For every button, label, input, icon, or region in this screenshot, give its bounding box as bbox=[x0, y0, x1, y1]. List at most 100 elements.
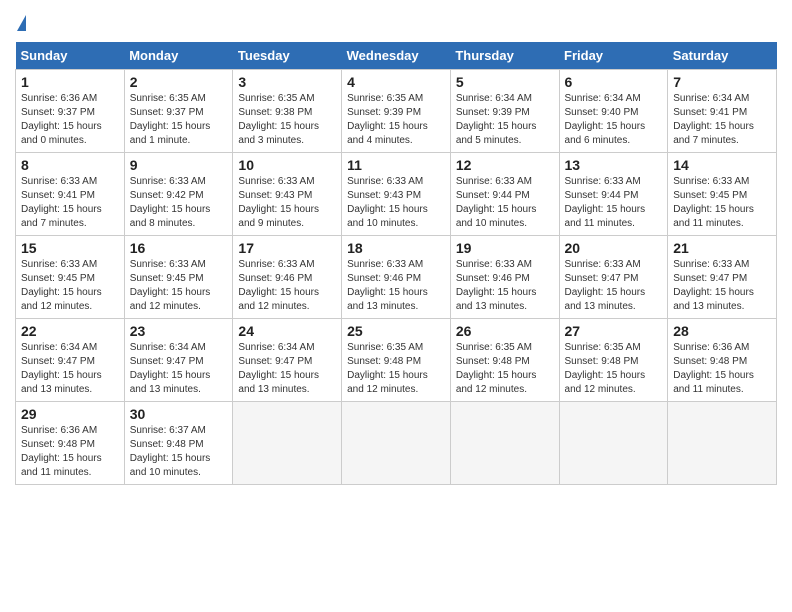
col-header-friday: Friday bbox=[559, 42, 668, 70]
calendar-cell: 28 Sunrise: 6:36 AM Sunset: 9:48 PM Dayli… bbox=[668, 319, 777, 402]
day-detail: Sunrise: 6:33 AM Sunset: 9:41 PM Dayligh… bbox=[21, 175, 119, 231]
calendar-week-3: 15Sunrise: 6:33 AM Sunset: 9:45 PM Dayli… bbox=[16, 236, 777, 319]
day-number: 4 bbox=[347, 74, 445, 90]
day-detail: Sunrise: 6:36 AM Sunset: 9:48 PM Dayligh… bbox=[673, 341, 771, 397]
day-number: 5 bbox=[456, 74, 554, 90]
day-detail: Sunrise: 6:36 AM Sunset: 9:37 PM Dayligh… bbox=[21, 92, 119, 148]
calendar-cell: 3 Sunrise: 6:35 AM Sunset: 9:38 PM Daylig… bbox=[233, 70, 342, 153]
calendar-cell: 10Sunrise: 6:33 AM Sunset: 9:43 PM Dayli… bbox=[233, 153, 342, 236]
day-number: 3 bbox=[238, 74, 336, 90]
day-detail: Sunrise: 6:35 AM Sunset: 9:48 PM Dayligh… bbox=[456, 341, 554, 397]
logo bbox=[15, 15, 26, 32]
calendar-cell bbox=[450, 402, 559, 485]
day-detail: Sunrise: 6:35 AM Sunset: 9:37 PM Dayligh… bbox=[130, 92, 228, 148]
day-detail: Sunrise: 6:33 AM Sunset: 9:45 PM Dayligh… bbox=[130, 258, 228, 314]
day-number: 8 bbox=[21, 157, 119, 173]
calendar-table: SundayMondayTuesdayWednesdayThursdayFrid… bbox=[15, 42, 777, 485]
day-number: 13 bbox=[565, 157, 663, 173]
calendar-cell: 21 Sunrise: 6:33 AM Sunset: 9:47 PM Dayli… bbox=[668, 236, 777, 319]
day-number: 14 bbox=[673, 157, 771, 173]
day-detail: Sunrise: 6:35 AM Sunset: 9:39 PM Dayligh… bbox=[347, 92, 445, 148]
day-detail: Sunrise: 6:33 AM Sunset: 9:44 PM Dayligh… bbox=[565, 175, 663, 231]
day-number: 17 bbox=[238, 240, 336, 256]
day-number: 1 bbox=[21, 74, 119, 90]
page-header bbox=[15, 15, 777, 32]
calendar-cell: 2 Sunrise: 6:35 AM Sunset: 9:37 PM Daylig… bbox=[124, 70, 233, 153]
day-detail: Sunrise: 6:33 AM Sunset: 9:46 PM Dayligh… bbox=[456, 258, 554, 314]
calendar-cell: 16 Sunrise: 6:33 AM Sunset: 9:45 PM Dayli… bbox=[124, 236, 233, 319]
calendar-cell: 5 Sunrise: 6:34 AM Sunset: 9:39 PM Daylig… bbox=[450, 70, 559, 153]
day-detail: Sunrise: 6:36 AM Sunset: 9:48 PM Dayligh… bbox=[21, 424, 119, 480]
day-number: 26 bbox=[456, 323, 554, 339]
calendar-cell: 7 Sunrise: 6:34 AM Sunset: 9:41 PM Daylig… bbox=[668, 70, 777, 153]
calendar-cell bbox=[233, 402, 342, 485]
day-detail: Sunrise: 6:33 AM Sunset: 9:47 PM Dayligh… bbox=[673, 258, 771, 314]
calendar-cell: 4 Sunrise: 6:35 AM Sunset: 9:39 PM Daylig… bbox=[342, 70, 451, 153]
col-header-sunday: Sunday bbox=[16, 42, 125, 70]
calendar-week-2: 8 Sunrise: 6:33 AM Sunset: 9:41 PM Daylig… bbox=[16, 153, 777, 236]
day-number: 16 bbox=[130, 240, 228, 256]
day-detail: Sunrise: 6:33 AM Sunset: 9:43 PM Dayligh… bbox=[238, 175, 336, 231]
day-number: 27 bbox=[565, 323, 663, 339]
calendar-cell: 12 Sunrise: 6:33 AM Sunset: 9:44 PM Dayli… bbox=[450, 153, 559, 236]
logo-shape-icon bbox=[17, 15, 26, 31]
day-number: 22 bbox=[21, 323, 119, 339]
day-detail: Sunrise: 6:33 AM Sunset: 9:47 PM Dayligh… bbox=[565, 258, 663, 314]
calendar-cell bbox=[342, 402, 451, 485]
calendar-cell: 30Sunrise: 6:37 AM Sunset: 9:48 PM Dayli… bbox=[124, 402, 233, 485]
day-detail: Sunrise: 6:35 AM Sunset: 9:48 PM Dayligh… bbox=[347, 341, 445, 397]
day-number: 18 bbox=[347, 240, 445, 256]
calendar-cell: 24 Sunrise: 6:34 AM Sunset: 9:47 PM Dayli… bbox=[233, 319, 342, 402]
day-detail: Sunrise: 6:34 AM Sunset: 9:47 PM Dayligh… bbox=[21, 341, 119, 397]
day-detail: Sunrise: 6:33 AM Sunset: 9:44 PM Dayligh… bbox=[456, 175, 554, 231]
calendar-header-row: SundayMondayTuesdayWednesdayThursdayFrid… bbox=[16, 42, 777, 70]
calendar-cell: 18 Sunrise: 6:33 AM Sunset: 9:46 PM Dayli… bbox=[342, 236, 451, 319]
day-detail: Sunrise: 6:33 AM Sunset: 9:45 PM Dayligh… bbox=[673, 175, 771, 231]
calendar-week-1: 1 Sunrise: 6:36 AM Sunset: 9:37 PM Daylig… bbox=[16, 70, 777, 153]
day-detail: Sunrise: 6:34 AM Sunset: 9:40 PM Dayligh… bbox=[565, 92, 663, 148]
day-number: 11 bbox=[347, 157, 445, 173]
calendar-cell: 15Sunrise: 6:33 AM Sunset: 9:45 PM Dayli… bbox=[16, 236, 125, 319]
calendar-cell: 23 Sunrise: 6:34 AM Sunset: 9:47 PM Dayli… bbox=[124, 319, 233, 402]
day-detail: Sunrise: 6:34 AM Sunset: 9:41 PM Dayligh… bbox=[673, 92, 771, 148]
day-detail: Sunrise: 6:34 AM Sunset: 9:47 PM Dayligh… bbox=[238, 341, 336, 397]
day-number: 23 bbox=[130, 323, 228, 339]
col-header-saturday: Saturday bbox=[668, 42, 777, 70]
day-detail: Sunrise: 6:33 AM Sunset: 9:45 PM Dayligh… bbox=[21, 258, 119, 314]
calendar-week-4: 22 Sunrise: 6:34 AM Sunset: 9:47 PM Dayli… bbox=[16, 319, 777, 402]
day-number: 9 bbox=[130, 157, 228, 173]
day-number: 24 bbox=[238, 323, 336, 339]
day-detail: Sunrise: 6:34 AM Sunset: 9:47 PM Dayligh… bbox=[130, 341, 228, 397]
calendar-cell: 29 Sunrise: 6:36 AM Sunset: 9:48 PM Dayli… bbox=[16, 402, 125, 485]
calendar-cell: 27 Sunrise: 6:35 AM Sunset: 9:48 PM Dayli… bbox=[559, 319, 668, 402]
day-detail: Sunrise: 6:33 AM Sunset: 9:46 PM Dayligh… bbox=[347, 258, 445, 314]
day-number: 7 bbox=[673, 74, 771, 90]
day-detail: Sunrise: 6:33 AM Sunset: 9:42 PM Dayligh… bbox=[130, 175, 228, 231]
col-header-thursday: Thursday bbox=[450, 42, 559, 70]
day-number: 21 bbox=[673, 240, 771, 256]
day-number: 25 bbox=[347, 323, 445, 339]
calendar-week-5: 29 Sunrise: 6:36 AM Sunset: 9:48 PM Dayli… bbox=[16, 402, 777, 485]
calendar-cell bbox=[559, 402, 668, 485]
day-number: 29 bbox=[21, 406, 119, 422]
calendar-cell: 25 Sunrise: 6:35 AM Sunset: 9:48 PM Dayli… bbox=[342, 319, 451, 402]
day-number: 6 bbox=[565, 74, 663, 90]
day-detail: Sunrise: 6:34 AM Sunset: 9:39 PM Dayligh… bbox=[456, 92, 554, 148]
calendar-cell: 6 Sunrise: 6:34 AM Sunset: 9:40 PM Daylig… bbox=[559, 70, 668, 153]
day-detail: Sunrise: 6:33 AM Sunset: 9:46 PM Dayligh… bbox=[238, 258, 336, 314]
calendar-cell: 19Sunrise: 6:33 AM Sunset: 9:46 PM Dayli… bbox=[450, 236, 559, 319]
col-header-monday: Monday bbox=[124, 42, 233, 70]
day-detail: Sunrise: 6:35 AM Sunset: 9:48 PM Dayligh… bbox=[565, 341, 663, 397]
day-number: 2 bbox=[130, 74, 228, 90]
calendar-cell: 26 Sunrise: 6:35 AM Sunset: 9:48 PM Dayli… bbox=[450, 319, 559, 402]
calendar-cell: 20Sunrise: 6:33 AM Sunset: 9:47 PM Dayli… bbox=[559, 236, 668, 319]
calendar-cell: 8 Sunrise: 6:33 AM Sunset: 9:41 PM Daylig… bbox=[16, 153, 125, 236]
calendar-cell: 1 Sunrise: 6:36 AM Sunset: 9:37 PM Daylig… bbox=[16, 70, 125, 153]
col-header-wednesday: Wednesday bbox=[342, 42, 451, 70]
day-detail: Sunrise: 6:35 AM Sunset: 9:38 PM Dayligh… bbox=[238, 92, 336, 148]
col-header-tuesday: Tuesday bbox=[233, 42, 342, 70]
day-number: 28 bbox=[673, 323, 771, 339]
calendar-cell: 14 Sunrise: 6:33 AM Sunset: 9:45 PM Dayli… bbox=[668, 153, 777, 236]
day-number: 12 bbox=[456, 157, 554, 173]
calendar-cell bbox=[668, 402, 777, 485]
